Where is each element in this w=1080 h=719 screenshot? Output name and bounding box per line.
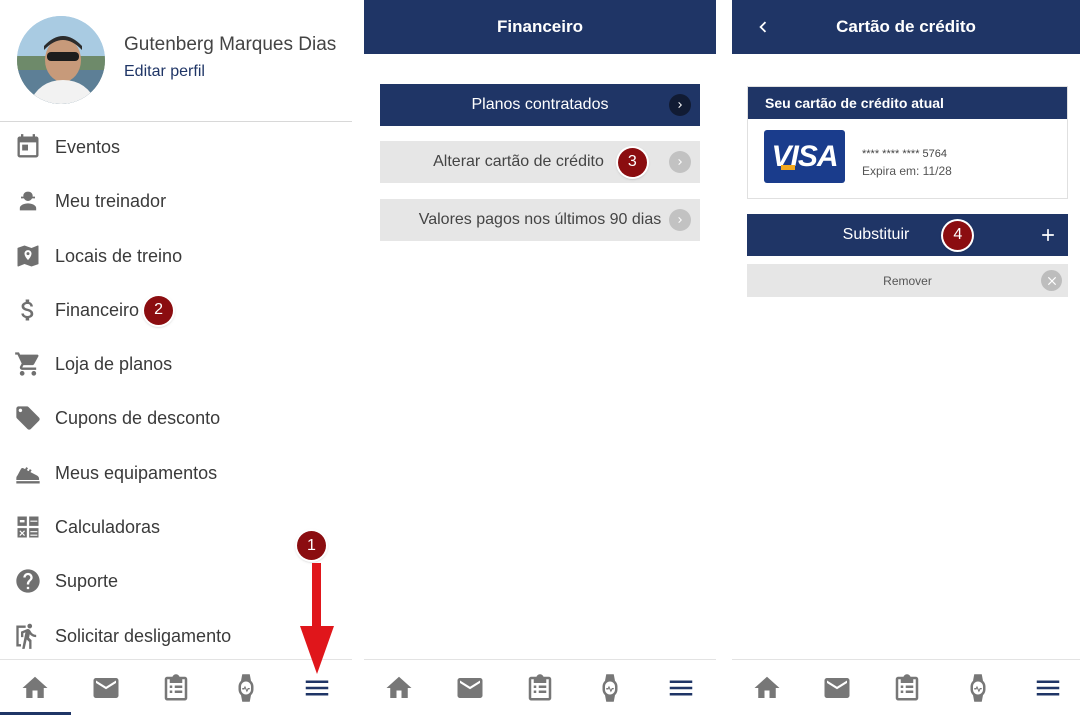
current-card-box: Seu cartão de crédito atual VISA **** **… xyxy=(747,86,1068,199)
remover-button[interactable]: Remover xyxy=(747,264,1068,297)
header-financeiro: Financeiro xyxy=(364,0,716,54)
chevron-right-icon xyxy=(669,94,691,116)
edit-profile-link[interactable]: Editar perfil xyxy=(124,63,205,81)
button-label: Substituir xyxy=(842,226,910,243)
step-badge-4: 4 xyxy=(943,220,973,250)
mail-icon[interactable] xyxy=(76,660,136,716)
help-icon xyxy=(14,567,42,595)
menu-icon[interactable] xyxy=(1018,660,1078,716)
step-badge-2: 2 xyxy=(144,295,174,325)
active-tab-indicator xyxy=(0,712,71,715)
menu-label: Financeiro xyxy=(55,299,140,320)
menu-label: Loja de planos xyxy=(55,353,173,374)
alterar-cartao-button[interactable]: Alterar cartão de crédito 3 xyxy=(380,141,700,183)
avatar[interactable] xyxy=(17,16,105,104)
bottom-nav xyxy=(732,659,1080,719)
tag-icon xyxy=(14,404,42,432)
profile-header: Gutenberg Marques Dias Editar perfil xyxy=(0,0,352,122)
menu-label: Suporte xyxy=(55,570,119,591)
cart-icon xyxy=(14,350,42,378)
menu-label: Eventos xyxy=(55,136,121,157)
header-cartao: Cartão de crédito xyxy=(732,0,1080,54)
card-section-title: Seu cartão de crédito atual xyxy=(748,87,1067,119)
red-arrow xyxy=(312,563,321,633)
page-title: Financeiro xyxy=(497,17,583,36)
menu-item-cupons-de-desconto[interactable]: Cupons de desconto xyxy=(0,391,352,445)
side-menu-panel: Gutenberg Marques Dias Editar perfil Eve… xyxy=(0,0,352,719)
mail-icon[interactable] xyxy=(440,660,500,716)
map-pin-icon xyxy=(14,242,42,270)
home-icon[interactable] xyxy=(5,660,65,716)
visa-stripe xyxy=(781,165,795,170)
menu-label: Locais de treino xyxy=(55,245,183,266)
menu-label: Calculadoras xyxy=(55,516,161,537)
plus-icon xyxy=(1038,225,1058,245)
chevron-right-icon xyxy=(669,151,691,173)
menu-item-loja-de-planos[interactable]: Loja de planos xyxy=(0,337,352,391)
menu-label: Solicitar desligamento xyxy=(55,625,232,646)
menu-icon[interactable] xyxy=(651,660,711,716)
trainer-icon xyxy=(14,187,42,215)
home-icon[interactable] xyxy=(369,660,429,716)
menu-item-financeiro[interactable]: Financeiro 2 xyxy=(0,283,352,337)
menu-label: Meu treinador xyxy=(55,190,167,211)
menu-item-locais-de-treino[interactable]: Locais de treino xyxy=(0,229,352,283)
dollar-icon xyxy=(14,296,42,324)
watch-icon[interactable] xyxy=(580,660,640,716)
page-title: Cartão de crédito xyxy=(836,17,976,36)
close-icon xyxy=(1041,270,1062,291)
cartao-credito-panel: Cartão de crédito Seu cartão de crédito … xyxy=(732,0,1080,719)
clipboard-icon[interactable] xyxy=(510,660,570,716)
red-arrow-head xyxy=(300,626,334,674)
button-label: Planos contratados xyxy=(471,96,609,113)
menu-item-meu-treinador[interactable]: Meu treinador xyxy=(0,174,352,228)
watch-icon[interactable] xyxy=(216,660,276,716)
planos-contratados-button[interactable]: Planos contratados xyxy=(380,84,700,126)
chevron-right-icon xyxy=(669,209,691,231)
calculator-icon xyxy=(14,513,42,541)
substituir-button[interactable]: Substituir 4 xyxy=(747,214,1068,256)
card-expiry: Expira em: 11/28 xyxy=(862,164,952,178)
shoe-icon xyxy=(14,459,42,487)
clipboard-icon[interactable] xyxy=(146,660,206,716)
user-name: Gutenberg Marques Dias xyxy=(124,34,337,55)
button-label: Valores pagos nos últimos 90 dias xyxy=(418,211,662,228)
step-badge-3: 3 xyxy=(617,147,647,177)
valores-pagos-button[interactable]: Valores pagos nos últimos 90 dias xyxy=(380,199,700,241)
button-label: Alterar cartão de crédito xyxy=(433,153,604,170)
bottom-nav xyxy=(364,659,716,719)
exit-icon xyxy=(14,622,42,650)
calendar-icon xyxy=(14,133,42,161)
button-label: Remover xyxy=(883,273,932,288)
menu-label: Cupons de desconto xyxy=(55,407,221,428)
menu-item-eventos[interactable]: Eventos xyxy=(0,120,352,174)
financeiro-panel: Financeiro Planos contratados Alterar ca… xyxy=(364,0,716,719)
card-number: **** **** **** 5764 xyxy=(862,148,948,160)
home-icon[interactable] xyxy=(737,660,797,716)
visa-logo: VISA xyxy=(764,130,845,183)
step-badge-1: 1 xyxy=(297,531,326,560)
watch-icon[interactable] xyxy=(948,660,1008,716)
menu-item-meus-equipamentos[interactable]: Meus equipamentos xyxy=(0,446,352,500)
back-arrow-icon[interactable] xyxy=(750,14,776,40)
clipboard-icon[interactable] xyxy=(877,660,937,716)
mail-icon[interactable] xyxy=(807,660,867,716)
menu-label: Meus equipamentos xyxy=(55,462,218,483)
menu-item-suporte[interactable]: Suporte xyxy=(0,554,352,608)
